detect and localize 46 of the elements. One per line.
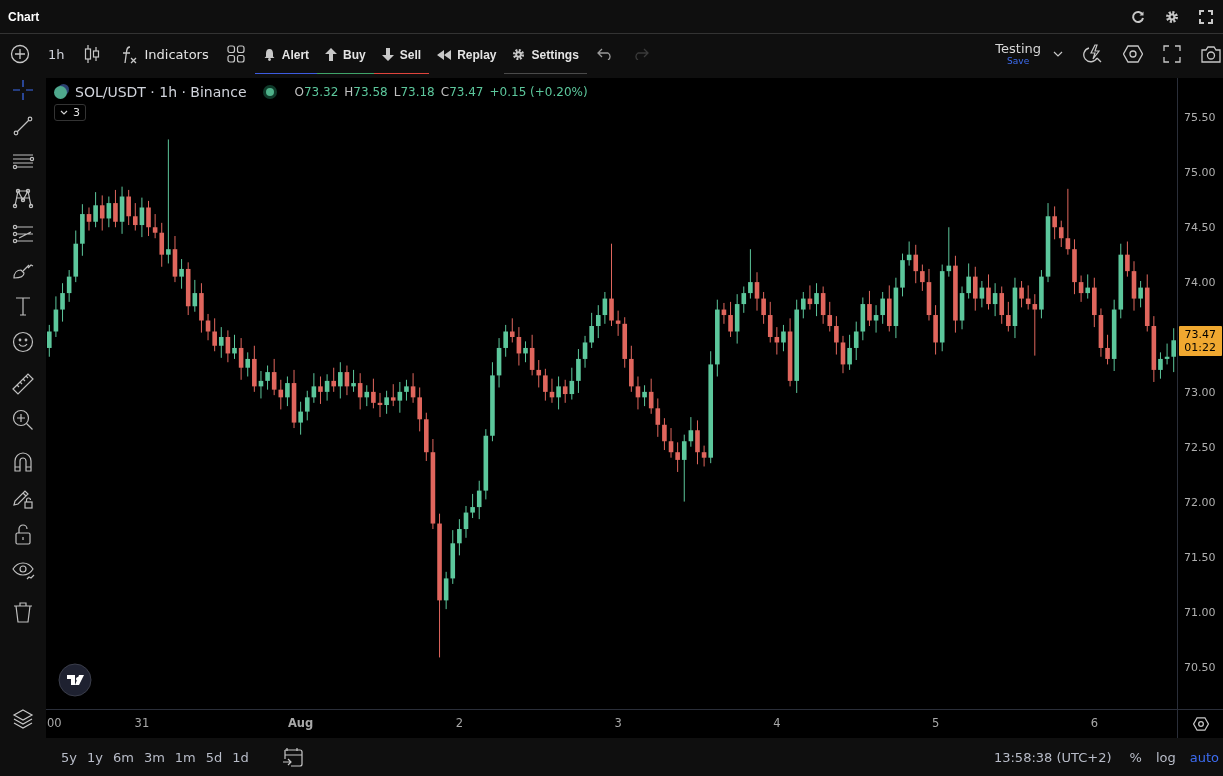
time-tick: 2: [455, 716, 464, 730]
sell-button[interactable]: Sell: [373, 36, 430, 74]
range-button[interactable]: 5y: [61, 749, 77, 765]
scale-option[interactable]: %: [1129, 749, 1142, 765]
range-button[interactable]: 1y: [86, 749, 103, 765]
price-tick: 70.50: [1184, 660, 1216, 677]
ohlc-value: L73.18: [393, 85, 435, 99]
replay-button[interactable]: Replay: [429, 36, 505, 74]
time-tick: 3: [614, 716, 622, 730]
scale-option[interactable]: log: [1155, 749, 1176, 765]
price-tick: 74.50: [1184, 219, 1216, 236]
layout-button[interactable]: Testing Save: [995, 42, 1041, 66]
price-tick: 71.00: [1184, 605, 1216, 621]
price-tick: 71.50: [1184, 549, 1216, 566]
price-tick: 75.50: [1184, 109, 1216, 126]
range-button[interactable]: 3m: [143, 749, 165, 765]
price-tick: 75.00: [1184, 164, 1216, 181]
clock-text: 13:58:38 (UTC+2): [993, 749, 1112, 765]
ohlc-value: H73.58: [344, 85, 388, 99]
last-price-label: 73.47 01:22: [1179, 326, 1222, 357]
interval-button[interactable]: 1h: [40, 35, 73, 73]
range-button[interactable]: 6m: [112, 749, 134, 765]
buy-button[interactable]: Buy: [317, 36, 374, 74]
time-tick: Aug: [287, 716, 314, 730]
alert-button[interactable]: Alert: [254, 36, 318, 74]
range-button[interactable]: 1d: [232, 749, 249, 765]
time-tick: 4: [773, 716, 781, 730]
time-tick: 5: [931, 716, 940, 730]
indicators-button[interactable]: Indicators: [110, 36, 217, 74]
ohlc-value: O73.32: [294, 85, 339, 99]
scale-option[interactable]: auto: [1189, 749, 1219, 765]
time-tick: 31: [134, 716, 150, 730]
price-tick: 72.00: [1184, 494, 1216, 511]
time-tick: 00: [47, 716, 62, 730]
price-tick: 73.00: [1184, 384, 1216, 401]
settings-button[interactable]: Settings: [504, 36, 587, 74]
window-title: Chart: [8, 9, 40, 24]
price-tick: 74.00: [1184, 274, 1216, 291]
time-tick: 6: [1090, 716, 1098, 730]
range-button[interactable]: 1m: [174, 749, 196, 765]
symbol-title[interactable]: SOL/USDT · 1h · Binance: [75, 84, 247, 100]
ohlc-value: C73.47: [440, 85, 484, 99]
indicators-toggle[interactable]: 3: [54, 104, 86, 121]
price-change: +0.15 (+0.20%): [489, 85, 588, 99]
range-button[interactable]: 5d: [205, 749, 223, 765]
price-tick: 72.50: [1184, 439, 1216, 456]
